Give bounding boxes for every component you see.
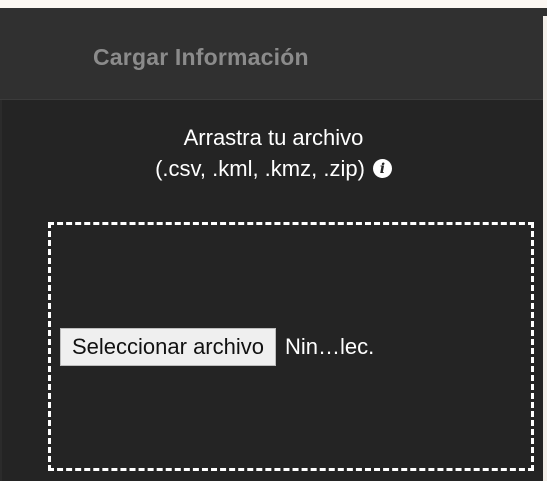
panel-title: Cargar Información (93, 44, 309, 70)
file-selection-status: Nin…lec. (284, 334, 375, 359)
file-dropzone[interactable]: Seleccionar archivo Nin…lec. (48, 222, 534, 471)
upload-panel: Cargar Información Arrastra tu archivo (… (0, 8, 547, 481)
upload-screen: Cargar Información Arrastra tu archivo (… (0, 0, 547, 481)
panel-right-edge (543, 16, 547, 481)
panel-header: Cargar Información (0, 8, 547, 100)
accepted-file-types: (.csv, .kml, .kmz, .zip) (155, 156, 365, 181)
file-types-line: (.csv, .kml, .kmz, .zip) i (155, 153, 392, 184)
drag-file-instruction: Arrastra tu archivo (183, 125, 364, 150)
top-background-strip (0, 0, 547, 8)
file-input-control[interactable]: Seleccionar archivo Nin…lec. (60, 328, 374, 366)
info-icon[interactable]: i (372, 159, 392, 178)
upload-instructions: Arrastra tu archivo (.csv, .kml, .kmz, .… (0, 122, 547, 184)
select-file-button[interactable]: Seleccionar archivo (60, 328, 276, 366)
